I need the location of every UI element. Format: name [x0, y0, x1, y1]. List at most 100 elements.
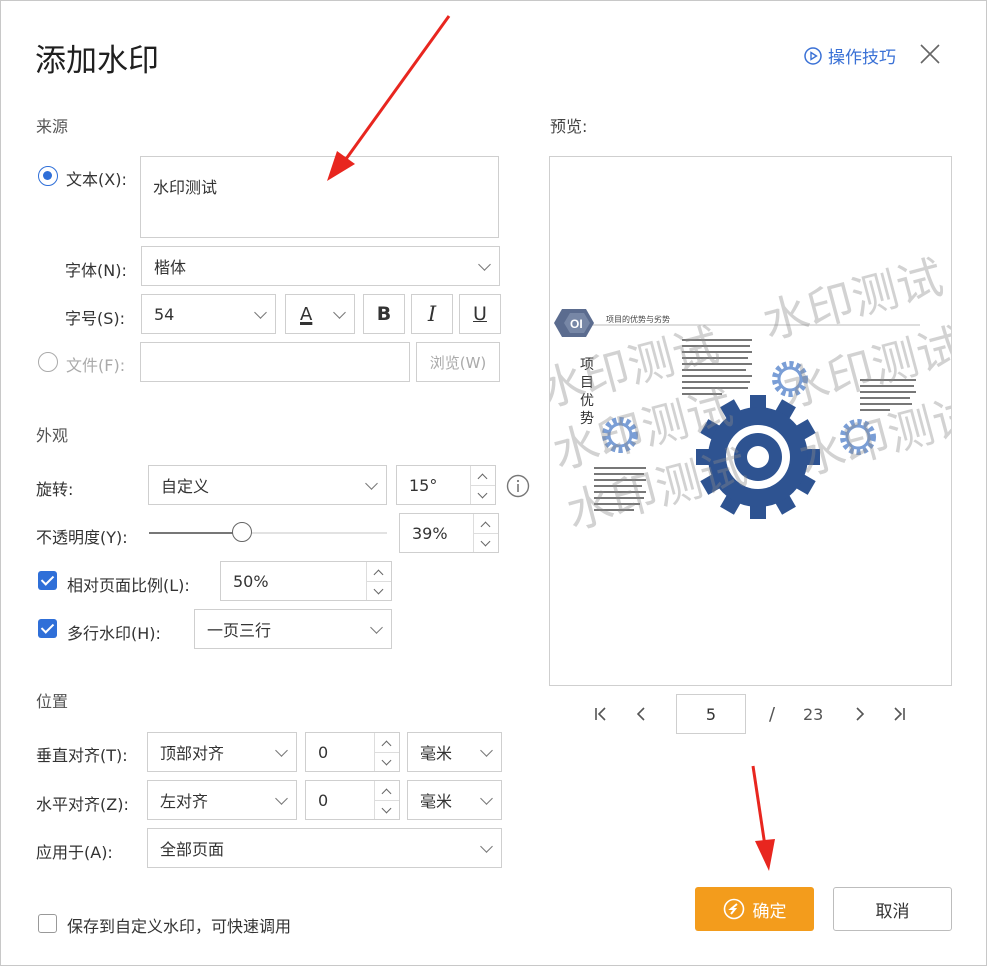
relative-scale-checkbox[interactable] — [38, 571, 57, 590]
add-watermark-dialog: 添加水印 操作技巧 来源 文本(X): 水印测试 字体(N): 楷体 字号(S)… — [0, 0, 987, 966]
stepper-down-icon[interactable] — [367, 581, 391, 600]
chevron-down-icon — [370, 621, 383, 634]
rotation-mode-value: 自定义 — [161, 477, 210, 496]
stepper-up-icon[interactable] — [375, 781, 399, 801]
vertical-align-select[interactable]: 顶部对齐 — [147, 732, 297, 772]
multi-line-label: 多行水印(H): — [67, 624, 161, 643]
stepper-up-icon[interactable] — [471, 466, 495, 486]
chevron-down-icon — [254, 306, 267, 319]
opacity-stepper[interactable] — [473, 514, 498, 552]
cancel-label: 取消 — [875, 901, 910, 922]
prev-page-icon[interactable] — [633, 706, 649, 722]
opacity-slider-fill — [149, 532, 242, 534]
horizontal-unit-select[interactable]: 毫米 — [407, 780, 502, 820]
opacity-value: 39% — [412, 523, 448, 543]
cancel-button[interactable]: 取消 — [833, 887, 952, 931]
last-page-icon[interactable] — [891, 706, 907, 722]
apply-to-value: 全部页面 — [160, 840, 225, 859]
info-icon[interactable] — [506, 474, 530, 498]
multi-line-value: 一页三行 — [207, 621, 272, 640]
opacity-label: 不透明度(Y): — [36, 528, 128, 547]
chevron-down-icon — [275, 792, 288, 805]
stepper-up-icon[interactable] — [474, 514, 498, 534]
horizontal-offset-stepper[interactable] — [374, 781, 399, 819]
multi-line-select[interactable]: 一页三行 — [194, 609, 392, 649]
vertical-unit-select[interactable]: 毫米 — [407, 732, 502, 772]
source-section-title: 来源 — [36, 117, 69, 136]
stepper-down-icon[interactable] — [375, 752, 399, 771]
vertical-unit-value: 毫米 — [420, 744, 453, 763]
browse-label: 浏览(W) — [429, 353, 487, 372]
next-page-icon[interactable] — [852, 706, 868, 722]
rotation-select[interactable]: 自定义 — [148, 465, 387, 505]
horizontal-align-select[interactable]: 左对齐 — [147, 780, 297, 820]
stepper-down-icon[interactable] — [375, 800, 399, 819]
chevron-down-icon — [333, 306, 346, 319]
position-section-title: 位置 — [36, 692, 69, 711]
current-page-value: 5 — [705, 704, 717, 724]
file-path-input[interactable] — [140, 342, 410, 382]
underline-button[interactable]: U — [459, 294, 501, 334]
italic-button[interactable]: I — [411, 294, 453, 334]
horizontal-offset-input[interactable]: 0 — [305, 780, 400, 820]
relative-scale-stepper[interactable] — [366, 562, 391, 600]
shield-icon — [723, 898, 744, 920]
watermark-text-value: 水印测试 — [153, 178, 218, 197]
vertical-align-label: 垂直对齐(T): — [36, 746, 128, 765]
stepper-up-icon[interactable] — [375, 733, 399, 753]
ok-label: 确定 — [752, 901, 787, 922]
size-label: 字号(S): — [65, 309, 126, 328]
chevron-down-icon — [480, 792, 493, 805]
rotation-stepper[interactable] — [470, 466, 495, 504]
preview-pane: OI 项目的优势与劣势 项 目 优 势 水印测试 水印测试 水印测试 水印测试 … — [549, 156, 952, 686]
font-color-button[interactable]: A — [285, 294, 355, 334]
opacity-slider-handle[interactable] — [231, 522, 252, 542]
chevron-down-icon — [480, 744, 493, 757]
font-select[interactable]: 楷体 — [141, 246, 500, 286]
first-page-icon[interactable] — [593, 706, 609, 722]
tips-label: 操作技巧 — [828, 48, 896, 68]
opacity-input[interactable]: 39% — [399, 513, 499, 553]
page-number-input[interactable]: 5 — [676, 694, 746, 734]
total-pages: 23 — [803, 705, 824, 724]
horizontal-offset-value: 0 — [318, 790, 329, 810]
close-icon[interactable] — [919, 43, 941, 65]
relative-scale-value: 50% — [233, 571, 269, 591]
browse-button[interactable]: 浏览(W) — [416, 342, 500, 382]
underline-icon: U — [473, 303, 487, 325]
size-select[interactable]: 54 — [141, 294, 276, 334]
font-value: 楷体 — [154, 258, 187, 277]
page-separator: / — [769, 704, 776, 725]
apply-to-select[interactable]: 全部页面 — [147, 828, 502, 868]
text-option-label: 文本(X): — [66, 170, 127, 189]
text-radio[interactable] — [38, 166, 58, 186]
vertical-align-value: 顶部对齐 — [160, 744, 225, 763]
multi-line-checkbox[interactable] — [38, 619, 57, 638]
vertical-offset-input[interactable]: 0 — [305, 732, 400, 772]
vertical-offset-value: 0 — [318, 742, 329, 762]
chevron-down-icon — [365, 477, 378, 490]
save-custom-label: 保存到自定义水印，可快速调用 — [67, 917, 292, 936]
stepper-down-icon[interactable] — [474, 533, 498, 552]
apply-to-label: 应用于(A): — [36, 843, 113, 862]
relative-scale-label: 相对页面比例(L): — [67, 576, 190, 595]
italic-icon: I — [427, 302, 437, 326]
save-custom-checkbox[interactable] — [38, 914, 57, 933]
vertical-offset-stepper[interactable] — [374, 733, 399, 771]
relative-scale-input[interactable]: 50% — [220, 561, 392, 601]
rotation-angle-input[interactable]: 15° — [396, 465, 496, 505]
appearance-section-title: 外观 — [36, 426, 69, 445]
ok-button[interactable]: 确定 — [695, 887, 814, 931]
stepper-down-icon[interactable] — [471, 485, 495, 504]
watermark-text-input[interactable]: 水印测试 — [140, 156, 499, 238]
file-radio[interactable] — [38, 352, 58, 372]
preview-label: 预览: — [550, 117, 588, 136]
font-label: 字体(N): — [65, 261, 127, 280]
bold-button[interactable]: B — [363, 294, 405, 334]
tips-link[interactable]: 操作技巧 — [804, 43, 896, 68]
slide-header-text: 项目的优势与劣势 — [606, 314, 670, 324]
play-circle-icon — [804, 46, 822, 65]
stepper-up-icon[interactable] — [367, 562, 391, 582]
horizontal-align-label: 水平对齐(Z): — [36, 795, 129, 814]
preview-slide: OI 项目的优势与劣势 项 目 优 势 水印测试 水印测试 水印测试 水印测试 … — [550, 250, 951, 540]
